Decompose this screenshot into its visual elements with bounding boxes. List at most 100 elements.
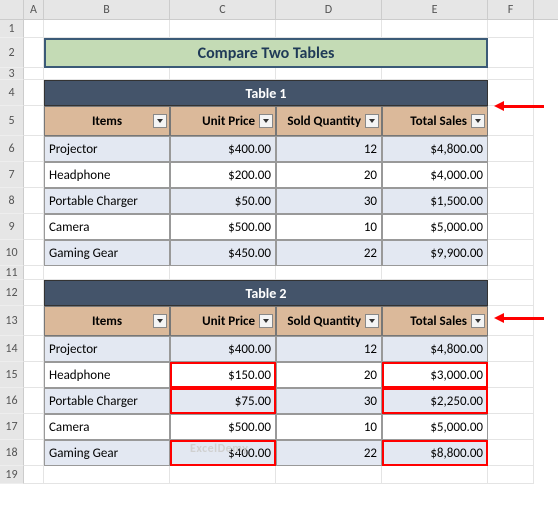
table1-header-0[interactable]: Items — [44, 106, 170, 136]
cell[interactable] — [382, 266, 488, 280]
filter-dropdown-icon[interactable] — [471, 114, 485, 128]
row-3[interactable]: 3 — [0, 68, 24, 80]
table2-cell-item[interactable]: Gaming Gear — [44, 440, 170, 466]
cell[interactable] — [24, 68, 44, 80]
col-D[interactable]: D — [276, 0, 382, 19]
table2-cell-item[interactable]: Projector — [44, 336, 170, 362]
cell[interactable] — [24, 388, 44, 414]
table1-cell-item[interactable]: Camera — [44, 214, 170, 240]
table2-cell-item[interactable]: Headphone — [44, 362, 170, 388]
filter-dropdown-icon[interactable] — [365, 114, 379, 128]
table2-cell-qty[interactable]: 22 — [276, 440, 382, 466]
table1-cell-total[interactable]: $5,000.00 — [382, 214, 488, 240]
table2-cell-price[interactable]: $500.00 — [170, 414, 276, 440]
row-11[interactable]: 11 — [0, 266, 24, 280]
filter-dropdown-icon[interactable] — [153, 114, 167, 128]
row-15[interactable]: 15 — [0, 362, 24, 388]
row-16[interactable]: 16 — [0, 388, 24, 414]
cell[interactable] — [24, 20, 44, 38]
table2-header-2[interactable]: Sold Quantity — [276, 306, 382, 336]
cell[interactable] — [24, 336, 44, 362]
cell[interactable] — [24, 466, 44, 484]
table1-cell-total[interactable]: $1,500.00 — [382, 188, 488, 214]
cell[interactable] — [24, 414, 44, 440]
table1-cell-item[interactable]: Projector — [44, 136, 170, 162]
col-B[interactable]: B — [44, 0, 170, 19]
table1-cell-price[interactable]: $500.00 — [170, 214, 276, 240]
cell[interactable] — [44, 266, 170, 280]
table2-cell-price[interactable]: $150.00 — [170, 362, 276, 388]
table1-header-1[interactable]: Unit Price — [170, 106, 276, 136]
table2-cell-item[interactable]: Portable Charger — [44, 388, 170, 414]
cell[interactable] — [24, 162, 44, 188]
cell[interactable] — [488, 440, 534, 466]
cell[interactable] — [24, 306, 44, 336]
cell[interactable] — [24, 362, 44, 388]
cell[interactable] — [488, 388, 534, 414]
cell[interactable] — [488, 188, 534, 214]
cell[interactable] — [488, 214, 534, 240]
table1-cell-qty[interactable]: 12 — [276, 136, 382, 162]
cell[interactable] — [488, 162, 534, 188]
table2-cell-qty[interactable]: 10 — [276, 414, 382, 440]
row-9[interactable]: 9 — [0, 214, 24, 240]
row-17[interactable]: 17 — [0, 414, 24, 440]
table1-cell-item[interactable]: Headphone — [44, 162, 170, 188]
cell[interactable] — [276, 68, 382, 80]
cell[interactable] — [382, 68, 488, 80]
table1-cell-qty[interactable]: 20 — [276, 162, 382, 188]
row-10[interactable]: 10 — [0, 240, 24, 266]
row-8[interactable]: 8 — [0, 188, 24, 214]
table2-cell-total[interactable]: $5,000.00 — [382, 414, 488, 440]
cell[interactable] — [44, 20, 170, 38]
cell[interactable] — [24, 214, 44, 240]
cell[interactable] — [488, 336, 534, 362]
table1-cell-total[interactable]: $4,000.00 — [382, 162, 488, 188]
cell[interactable] — [276, 266, 382, 280]
cell[interactable] — [44, 466, 170, 484]
table1-cell-total[interactable]: $4,800.00 — [382, 136, 488, 162]
row-4[interactable]: 4 — [0, 80, 24, 106]
table1-cell-price[interactable]: $450.00 — [170, 240, 276, 266]
table1-header-2[interactable]: Sold Quantity — [276, 106, 382, 136]
cell[interactable] — [24, 106, 44, 136]
cell[interactable] — [488, 38, 534, 68]
table2-cell-qty[interactable]: 12 — [276, 336, 382, 362]
row-14[interactable]: 14 — [0, 336, 24, 362]
table1-cell-qty[interactable]: 10 — [276, 214, 382, 240]
cell[interactable] — [170, 466, 276, 484]
table2-cell-price[interactable]: $400.00 — [170, 336, 276, 362]
cell[interactable] — [24, 188, 44, 214]
row-13[interactable]: 13 — [0, 306, 24, 336]
cell[interactable] — [488, 240, 534, 266]
cell[interactable] — [44, 68, 170, 80]
cell[interactable] — [24, 240, 44, 266]
table2-cell-total[interactable]: $2,250.00 — [382, 388, 488, 414]
table1-cell-price[interactable]: $200.00 — [170, 162, 276, 188]
row-1[interactable]: 1 — [0, 20, 24, 38]
cell[interactable] — [382, 20, 488, 38]
filter-dropdown-icon[interactable] — [259, 114, 273, 128]
cell[interactable] — [24, 80, 44, 106]
table1-cell-total[interactable]: $9,900.00 — [382, 240, 488, 266]
cell[interactable] — [488, 136, 534, 162]
row-12[interactable]: 12 — [0, 280, 24, 306]
col-A[interactable]: A — [24, 0, 44, 19]
cell[interactable] — [170, 20, 276, 38]
table2-cell-total[interactable]: $4,800.00 — [382, 336, 488, 362]
row-6[interactable]: 6 — [0, 136, 24, 162]
row-7[interactable]: 7 — [0, 162, 24, 188]
cell[interactable] — [488, 68, 534, 80]
row-2[interactable]: 2 — [0, 38, 24, 68]
cell[interactable] — [24, 38, 44, 68]
cell[interactable] — [24, 136, 44, 162]
cell[interactable] — [382, 466, 488, 484]
table1-cell-price[interactable]: $400.00 — [170, 136, 276, 162]
table2-cell-price[interactable]: $400.00 — [170, 440, 276, 466]
cell[interactable] — [170, 68, 276, 80]
table1-cell-price[interactable]: $50.00 — [170, 188, 276, 214]
col-E[interactable]: E — [382, 0, 488, 19]
table2-header-1[interactable]: Unit Price — [170, 306, 276, 336]
row-18[interactable]: 18 — [0, 440, 24, 466]
cell[interactable] — [488, 280, 534, 306]
